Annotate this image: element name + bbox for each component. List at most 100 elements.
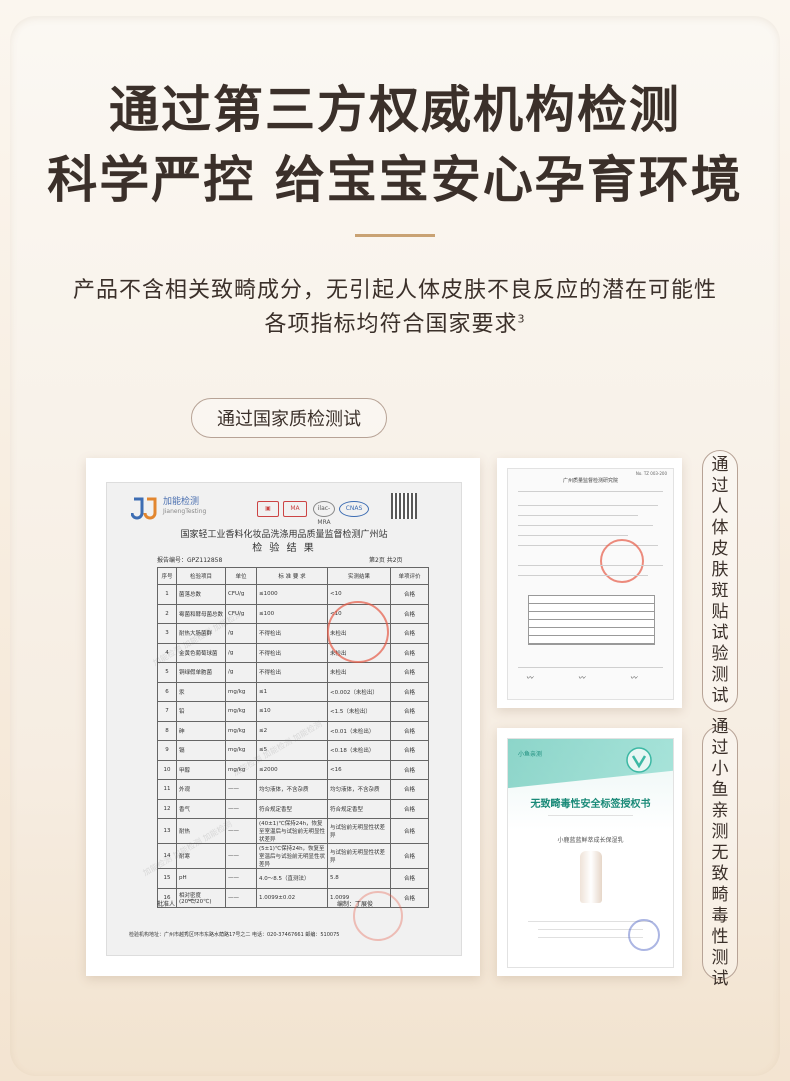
table-row: 10 甲醇 mg/kg ≤2000 <16 合格: [157, 759, 429, 780]
patch-report-header: 广州质量监督检测研究院: [562, 478, 618, 484]
badge-char: 毒: [711, 905, 729, 926]
badge-char: 试: [711, 623, 729, 643]
jianeng-logo-text: 加能检测 JianengTesting: [163, 497, 206, 517]
badge-char: 试: [711, 968, 729, 989]
table-cell: 合格: [390, 843, 429, 869]
table-cell: 菌落总数: [176, 584, 226, 605]
approver-label: 批准人: [157, 901, 176, 908]
table-cell: 汞: [176, 681, 226, 702]
blue-seal: [628, 919, 660, 951]
table-cell: 镉: [176, 740, 226, 761]
badge-char: 通: [711, 716, 729, 737]
header-cell: 单项评价: [390, 567, 429, 585]
table-cell: ≤5: [256, 740, 328, 761]
product-bottle-icon: [580, 851, 602, 903]
logo-sub: JianengTesting: [163, 508, 207, 515]
table-cell: 耐热大肠菌群: [176, 623, 226, 644]
badge-char: 测: [711, 821, 729, 842]
table-cell: CFU/g: [225, 603, 257, 624]
red-stamp: [327, 601, 389, 663]
table-cell: 合格: [390, 779, 429, 800]
badge-char: 验: [711, 644, 729, 664]
logo-name: 加能检测: [163, 497, 200, 507]
text-line: [518, 515, 638, 517]
results-table: 序号 检验项目 单位 标 准 要 求 实测结果 单项评价 1 菌落总数 CFU/g ≤…: [157, 567, 429, 908]
table-cell: 合格: [390, 798, 429, 819]
table-cell: (5±1)℃保持24h，恢复至室温后与试验前无明显性状差异: [256, 843, 328, 869]
table-cell: /g: [225, 623, 257, 644]
table-cell: 4: [157, 642, 177, 663]
table-cell: 14: [157, 843, 177, 869]
red-stamp: [600, 539, 644, 583]
badge-char: 鱼: [711, 779, 729, 800]
table-cell: 4.0～8.5（直测法）: [256, 868, 328, 889]
table-cell: mg/kg: [225, 720, 257, 741]
table-cell: ≤2: [256, 720, 328, 741]
headline-line-1: 通过第三方权威机构检测: [109, 81, 681, 139]
report-footer: 检验机构地址：广州市越秀区环市东路水荫路17号之二 电话：020-3746766…: [129, 932, 340, 938]
product-name: 小鹿蓝蓝鲜萃成长保湿乳: [557, 837, 624, 844]
table-cell: ≤1: [256, 681, 328, 702]
cnas-mark: CNAS: [339, 501, 369, 517]
badge-char: 小: [711, 758, 729, 779]
table-row: 12 香气 —— 符合规定香型 符合规定香型 合格: [157, 798, 429, 819]
page: 通过第三方权威机构检测 科学严控 给宝宝安心孕育环境 产品不含相关致畸成分，无引…: [0, 0, 790, 1081]
table-cell: 合格: [390, 662, 429, 683]
headline-line-2: 科学严控 给宝宝安心孕育环境: [47, 151, 743, 209]
subtitle-line-1: 产品不含相关致畸成分，无引起人体皮肤不良反应的潜在可能性: [72, 278, 717, 303]
table-cell: 香气: [176, 798, 226, 819]
badge-char: 过: [711, 476, 729, 496]
badge-char: 畸: [711, 884, 729, 905]
table-cell: 9: [157, 740, 177, 761]
rule: [518, 491, 663, 493]
table-cell: <0.002（未检出）: [327, 681, 391, 702]
ilac-mark: ilac-MRA: [313, 501, 335, 526]
table-cell: 合格: [390, 701, 429, 722]
skin-patch-report-frame: 广州质量监督检测研究院 No. TZ 003-200 〰 〰 〰: [497, 458, 682, 708]
brand-name: 小鱼亲测: [518, 751, 543, 758]
cma-mark: MA: [283, 501, 307, 517]
table-cell: 未检出: [327, 662, 391, 683]
table-cell: CFU/g: [225, 584, 257, 605]
table-cell: 15: [157, 868, 177, 889]
table-cell: 符合规定香型: [256, 798, 328, 819]
table-cell: 合格: [390, 623, 429, 644]
table-row: 14 耐寒 —— (5±1)℃保持24h，恢复至室温后与试验前无明显性状差异 与试验前无…: [157, 843, 429, 869]
table-cell: ≤1000: [256, 584, 328, 605]
table-row: 8 砷 mg/kg ≤2 <0.01（未检出） 合格: [157, 720, 429, 741]
header-cell: 序号: [157, 567, 177, 585]
table-cell: 合格: [390, 720, 429, 741]
table-cell: 3: [157, 623, 177, 644]
table-cell: 5: [157, 662, 177, 683]
text-line: [518, 505, 658, 507]
table-cell: 11: [157, 779, 177, 800]
certificate-title: 无致畸毒性安全标签授权书: [530, 799, 651, 810]
table-cell: 铅: [176, 701, 226, 722]
table-cell: 合格: [390, 642, 429, 663]
fish-test-badge: 通过小鱼亲测无致畸毒性测试: [702, 717, 738, 989]
text-line: [538, 929, 643, 931]
badge-char: 人: [711, 497, 729, 517]
subtitle-line-2: 各项指标均符合国家要求3: [0, 306, 790, 338]
header-cell: 检验项目: [176, 567, 226, 585]
table-cell: 耐寒: [176, 843, 226, 869]
fish-certificate-frame: 小鱼亲测 无致畸毒性安全标签授权书 小鹿蓝蓝鲜萃成长保湿乳: [497, 728, 682, 976]
badge-char: 致: [711, 863, 729, 884]
badge-char: 过: [711, 737, 729, 758]
national-test-badge: 通过国家质检测试: [191, 398, 387, 438]
table-cell: 与试验前无明显性状差异: [327, 843, 391, 869]
table-row: 4 金黄色葡萄球菌/g 不得检出 未检出 合格: [157, 642, 429, 663]
table-cell: 13: [157, 818, 177, 844]
table-cell: ≤100: [256, 603, 328, 624]
table-cell: 7: [157, 701, 177, 722]
badge-char: 体: [711, 518, 729, 538]
table-row: 7 铅 mg/kg ≤10 <1.5（未检出） 合格: [157, 701, 429, 722]
table-cell: 8: [157, 720, 177, 741]
table-cell: 6: [157, 681, 177, 702]
table-row: 2 霉菌和酵母菌总数 CFU/g ≤100 <10 合格: [157, 603, 429, 624]
verified-badge-icon: [626, 747, 652, 773]
table-cell: 合格: [390, 740, 429, 761]
table-cell: mg/kg: [225, 701, 257, 722]
qr-code-icon: [391, 493, 417, 519]
table-cell: 霉菌和酵母菌总数: [176, 603, 226, 624]
